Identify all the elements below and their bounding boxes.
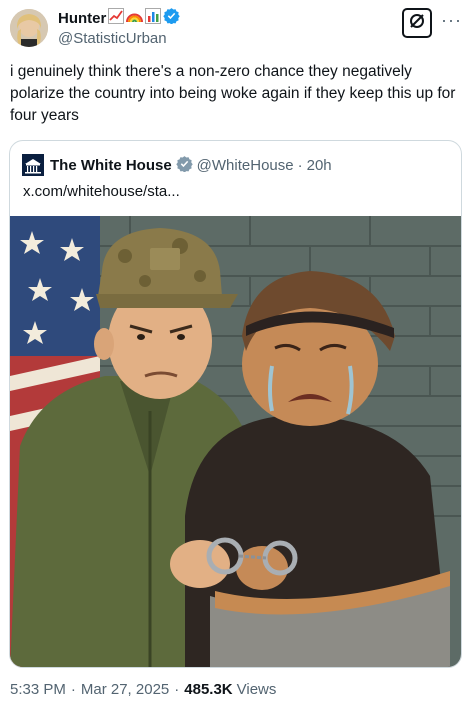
tweet-header: Hunter @StatisticUrban ··· xyxy=(10,6,464,50)
quoted-timestamp[interactable]: 20h xyxy=(307,157,332,174)
chart-increasing-emoji-icon xyxy=(108,7,125,29)
quoted-handle[interactable]: @WhiteHouse xyxy=(197,157,294,174)
quoted-tweet-card[interactable]: The White House @WhiteHouse · 20h x.com/… xyxy=(9,140,462,668)
meta-separator: · xyxy=(70,681,76,698)
meta-separator-2: · xyxy=(174,681,180,698)
quoted-tweet-header: The White House @WhiteHouse · 20h xyxy=(22,154,332,176)
post-date[interactable]: Mar 27, 2025 xyxy=(81,681,169,698)
author-info: Hunter @StatisticUrban xyxy=(58,7,181,47)
grok-icon xyxy=(408,12,426,35)
tweet-meta: 5:33 PM · Mar 27, 2025 · 485.3K Views xyxy=(10,681,276,698)
quoted-separator: · xyxy=(297,156,303,174)
government-verified-badge-icon xyxy=(175,155,193,176)
views-label: Views xyxy=(236,681,277,698)
grok-button[interactable] xyxy=(402,8,432,38)
bar-chart-emoji-icon xyxy=(145,7,162,29)
author-handle[interactable]: @StatisticUrban xyxy=(58,30,180,47)
more-options-button[interactable]: ··· xyxy=(441,10,462,31)
quoted-link[interactable]: x.com/whitehouse/sta... xyxy=(23,183,180,200)
avatar[interactable] xyxy=(10,9,48,47)
verified-badge-icon xyxy=(163,7,181,29)
rainbow-emoji-icon xyxy=(126,8,144,29)
quoted-media-image[interactable] xyxy=(10,216,461,667)
quoted-display-name[interactable]: The White House xyxy=(50,157,172,174)
post-time[interactable]: 5:33 PM xyxy=(10,681,66,698)
views-count[interactable]: 485.3K xyxy=(184,681,232,698)
white-house-logo-icon[interactable] xyxy=(22,154,44,176)
tweet-text: i genuinely think there's a non-zero cha… xyxy=(10,63,456,124)
author-display-name[interactable]: Hunter xyxy=(58,10,106,27)
